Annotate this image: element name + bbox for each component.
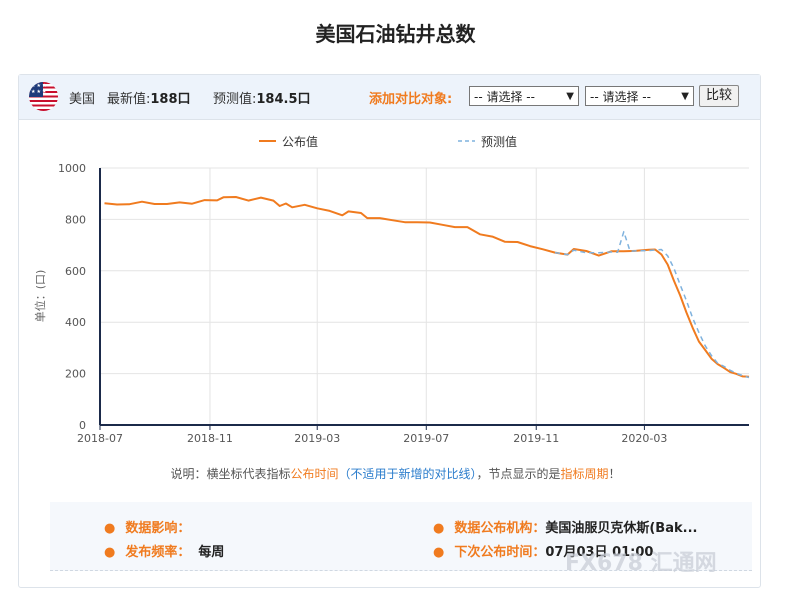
note-part-6: ！	[608, 467, 621, 481]
x-tick-label: 2018-11	[187, 432, 233, 445]
forecast-value-readout: 预测值:184.5口	[213, 88, 311, 107]
compare-select-2[interactable]: -- 请选择 -- ▼	[585, 86, 694, 106]
x-tick-label: 2019-03	[294, 432, 340, 445]
organization-value: 美国油服贝克休斯(Bak...	[545, 521, 698, 536]
y-tick-label: 400	[65, 316, 86, 329]
latest-value-readout: 最新值:188口	[107, 88, 191, 107]
forecast-series-line	[554, 230, 750, 379]
compare-select-2-value: -- 请选择 --	[590, 90, 651, 104]
info-organization: ● 数据公布机构：美国油服贝克休斯(Bak...	[433, 517, 697, 536]
info-impact: ● 数据影响：	[104, 517, 198, 536]
grid-lines	[99, 167, 749, 425]
x-tick-label: 2019-07	[403, 432, 449, 445]
y-tick-label: 0	[79, 419, 86, 432]
y-axis-ticks: 0 200 400 600 800 1000	[58, 162, 86, 432]
y-tick-label: 1000	[58, 162, 86, 175]
y-axis-label: 单位：(口)	[33, 270, 47, 323]
bullet-icon: ●	[433, 545, 445, 560]
bullet-icon: ●	[104, 521, 116, 536]
note-part-5: 指标周期	[560, 467, 609, 481]
latest-value: 188口	[150, 92, 191, 107]
compare-button[interactable]: 比较	[699, 85, 739, 107]
forecast-label: 预测值:	[213, 92, 257, 107]
compare-label: 添加对比对象:	[369, 92, 453, 107]
x-tick-label: 2018-07	[77, 432, 123, 445]
y-tick-label: 800	[65, 213, 86, 226]
chart-legend: 公布值 预测值	[259, 134, 517, 149]
toolbar: ★★★ ★★★ 美国 最新值:188口 预测值:184.5口 添加对比对象: --…	[19, 75, 760, 120]
chevron-down-icon: ▼	[566, 91, 574, 102]
forecast-value: 184.5口	[256, 92, 311, 107]
us-flag-icon: ★★★ ★★★	[29, 82, 58, 111]
compare-select-1[interactable]: -- 请选择 -- ▼	[469, 86, 579, 106]
frequency-label: 发布频率：	[125, 545, 191, 560]
x-axis-ticks: 2018-07 2018-11 2019-03 2019-07 2019-11 2020-…	[77, 425, 667, 445]
note-part-4: ，节点显示的是	[476, 467, 561, 481]
info-frequency: ● 发布频率： 每周	[104, 541, 224, 560]
chart-note: 说明：横坐标代表指标公布时间（不适用于新增的对比线），节点显示的是指标周期！	[0, 465, 791, 482]
compare-select-1-value: -- 请选择 --	[474, 90, 535, 104]
y-tick-label: 200	[65, 368, 86, 381]
note-part-2: 公布时间	[290, 467, 339, 481]
note-part-1: 说明：横坐标代表指标	[170, 467, 291, 481]
frequency-value: 每周	[198, 545, 225, 560]
latest-label: 最新值:	[107, 92, 151, 107]
next-release-label: 下次公布时间：	[454, 545, 546, 560]
legend-actual-label: 公布值	[282, 134, 318, 149]
rig-count-chart: 公布值 预测值 0 200 400 600 800 1000 2018-07 2018-11…	[33, 134, 750, 445]
chevron-down-icon: ▼	[681, 91, 689, 102]
legend-forecast-label: 预测值	[481, 134, 517, 149]
bullet-icon: ●	[433, 521, 445, 536]
impact-label: 数据影响：	[125, 521, 191, 536]
country-name: 美国	[69, 92, 96, 107]
watermark-logo: FX678 汇通网	[565, 551, 717, 576]
x-tick-label: 2020-03	[621, 432, 667, 445]
y-tick-label: 600	[65, 265, 86, 278]
note-part-3: （不适用于新增的对比线）	[338, 467, 477, 481]
bullet-icon: ●	[104, 545, 116, 560]
organization-label: 数据公布机构：	[454, 521, 546, 536]
page-title: 美国石油钻井总数	[315, 22, 476, 46]
x-tick-label: 2019-11	[513, 432, 559, 445]
